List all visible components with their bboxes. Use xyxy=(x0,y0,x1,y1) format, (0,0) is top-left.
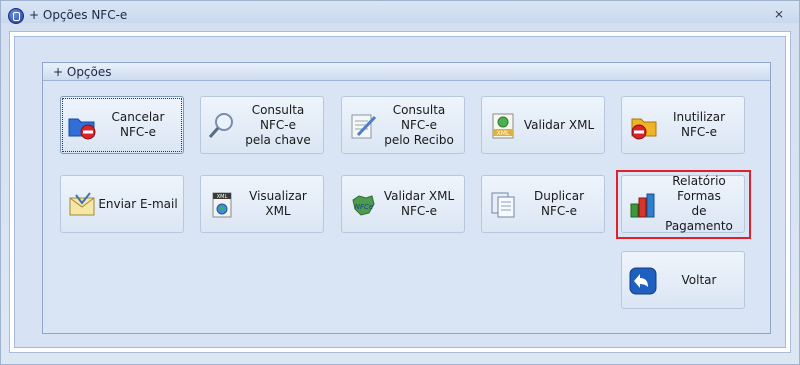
inner-panel: + Opções Cancelar NFC-e Consulta NFC-e p… xyxy=(14,36,786,348)
inutilizar-nfce-label: Inutilizar NFC-e xyxy=(672,110,726,139)
options-group-title: + Opções xyxy=(53,65,112,79)
svg-text:XML: XML xyxy=(497,130,510,137)
folder-block-icon xyxy=(631,118,657,140)
bar-chart-icon xyxy=(630,193,655,218)
close-button[interactable]: ⨯ xyxy=(771,7,787,21)
xml-document-icon: XML xyxy=(492,113,514,139)
cancelar-nfce-label: Cancelar NFC-e xyxy=(111,110,165,139)
enviar-email-label: Enviar E-mail xyxy=(98,196,178,211)
voltar-button[interactable]: Voltar xyxy=(621,251,745,309)
client-area: + Opções Cancelar NFC-e Consulta NFC-e p… xyxy=(9,31,791,353)
xml-globe-icon: XML xyxy=(212,192,232,218)
options-group-header: + Opções xyxy=(43,63,770,81)
duplicar-nfce-button[interactable]: Duplicar NFC-e xyxy=(481,175,605,233)
title-bar: + Opções NFC-e ⨯ xyxy=(1,1,799,29)
validar-xml-label: Validar XML xyxy=(523,117,595,132)
back-arrow-icon xyxy=(629,267,657,295)
inutilizar-nfce-button[interactable]: Inutilizar NFC-e xyxy=(621,96,745,154)
consulta-chave-button[interactable]: Consulta NFC-e pela chave xyxy=(200,96,324,154)
consulta-recibo-button[interactable]: Consulta NFC-e pelo Recibo xyxy=(341,96,465,154)
app-icon xyxy=(8,8,24,24)
window-title: + Opções NFC-e xyxy=(29,8,128,22)
magnifier-icon xyxy=(208,113,233,138)
relatorio-formas-pagamento-button[interactable]: Relatório Formas de Pagamento xyxy=(621,174,745,233)
consulta-recibo-label: Consulta NFC-e pelo Recibo xyxy=(384,102,454,147)
options-group: + Opções Cancelar NFC-e Consulta NFC-e p… xyxy=(42,62,771,334)
envelope-icon xyxy=(69,192,95,216)
voltar-label: Voltar xyxy=(681,272,717,287)
folder-cancel-icon xyxy=(68,118,96,140)
cancelar-nfce-button[interactable]: Cancelar NFC-e xyxy=(60,96,184,154)
documents-icon xyxy=(491,192,515,218)
enviar-email-button[interactable]: Enviar E-mail xyxy=(60,175,184,233)
validar-xml-nfce-label: Validar XML NFC-e xyxy=(383,189,455,218)
validar-xml-nfce-button[interactable]: NFCe Validar XML NFC-e xyxy=(341,175,465,233)
relatorio-formas-pagamento-label: Relatório Formas de Pagamento xyxy=(665,174,733,233)
nfce-map-icon: NFCe xyxy=(352,195,375,216)
visualizar-xml-label: Visualizar XML xyxy=(249,189,307,218)
svg-text:NFCe: NFCe xyxy=(355,203,373,211)
consulta-chave-label: Consulta NFC-e pela chave xyxy=(245,102,311,147)
dialog-window: + Opções NFC-e ⨯ + Opções Cancelar NFC-e xyxy=(0,0,800,365)
visualizar-xml-button[interactable]: XML Visualizar XML xyxy=(200,175,324,233)
svg-text:XML: XML xyxy=(217,194,228,200)
notepad-pencil-icon xyxy=(351,114,377,139)
validar-xml-button[interactable]: XML Validar XML xyxy=(481,96,605,154)
duplicar-nfce-label: Duplicar NFC-e xyxy=(533,189,584,218)
